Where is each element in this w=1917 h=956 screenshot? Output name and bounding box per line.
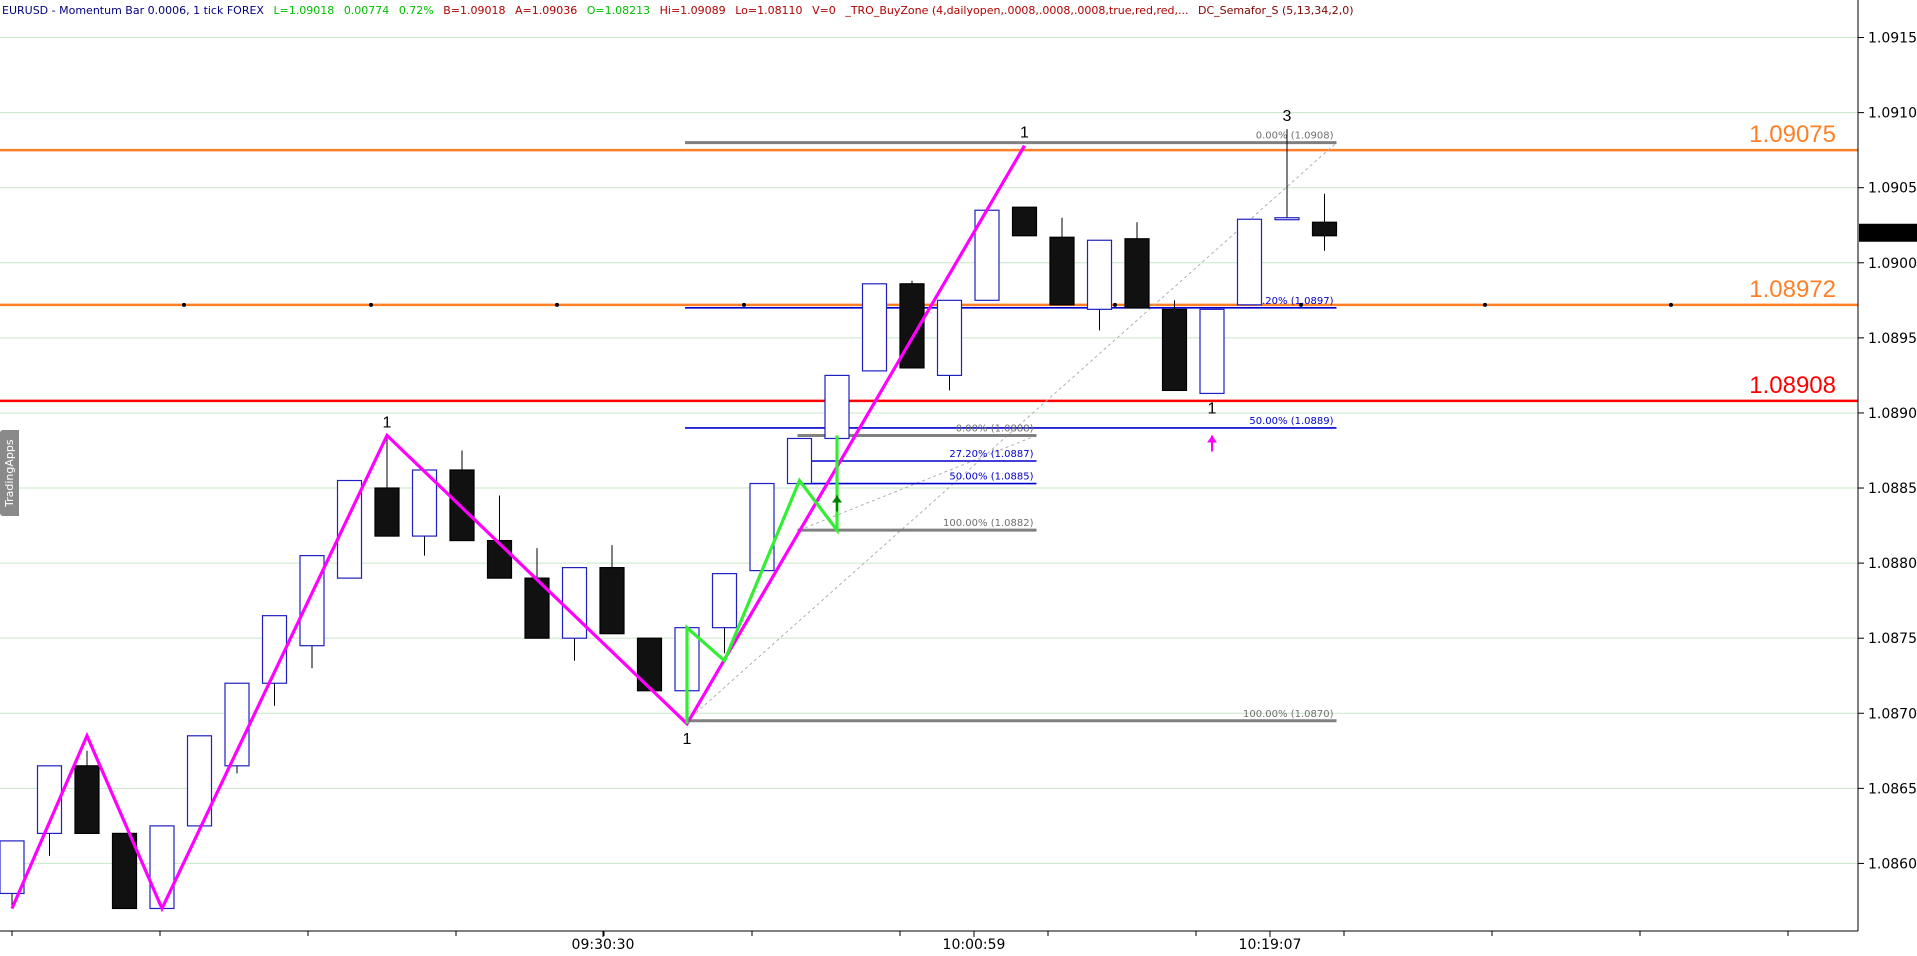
- header-open: O=1.08213: [587, 4, 650, 17]
- y-tick-label: 1.0870: [1868, 706, 1917, 722]
- candle-bear: [1311, 221, 1338, 237]
- semafor-label: 1: [1208, 400, 1217, 417]
- y-tick-label: 1.0865: [1868, 781, 1917, 797]
- candle-bull: [561, 567, 588, 639]
- candle-bull: [786, 437, 813, 485]
- candle-bull: [299, 554, 325, 647]
- level-marker-dot: [1483, 302, 1487, 307]
- candle-bear: [636, 637, 663, 692]
- fib-level-label: 0.00% (1.0888): [956, 423, 1034, 434]
- candle-bull: [1236, 218, 1263, 306]
- y-tick-label: 1.0915: [1868, 31, 1917, 47]
- candle-bull: [861, 283, 888, 372]
- y-tick-label: 1.0885: [1868, 481, 1917, 497]
- candle-bull: [824, 374, 850, 440]
- fib-level-label: 100.00% (1.0870): [1243, 709, 1334, 720]
- semafor-label: 1: [1020, 125, 1029, 142]
- level-label: 1.08908: [1749, 372, 1836, 399]
- candle-bull: [711, 573, 738, 629]
- side-tab-label: TradingApps: [3, 439, 16, 507]
- candle-bear: [1011, 206, 1038, 237]
- header-change: 0.00774: [344, 4, 390, 17]
- candle-bull: [149, 825, 175, 910]
- header-indicator-semafor: DC_Semafor_S (5,13,34,2,0): [1198, 4, 1354, 17]
- y-tick-label: 1.0860: [1868, 856, 1917, 872]
- header-high: Hi=1.09089: [660, 4, 726, 17]
- candle-bull: [1086, 239, 1113, 310]
- y-tick-label: 1.0905: [1868, 181, 1917, 197]
- candle-bear: [449, 469, 475, 542]
- y-tick-label: 1.0890: [1868, 406, 1917, 422]
- fib-level-label: 50.00% (1.0885): [949, 472, 1033, 483]
- price-chart[interactable]: 1.09075 1.08972 1.08908 0.00% (1.0908) 27.2…: [0, 0, 1917, 956]
- header-indicator-buyzone: _TRO_BuyZone (4,dailyopen,.0008,.0008,.0…: [844, 4, 1188, 17]
- x-tick-label: 10:19:07: [1239, 937, 1302, 953]
- header-bid: B=1.09018: [443, 4, 505, 17]
- y-tick-label: 1.0900: [1868, 256, 1917, 272]
- candle-bull: [1199, 308, 1225, 395]
- x-tick-label: 09:30:30: [572, 937, 635, 953]
- level-marker-dot: [369, 302, 373, 307]
- y-tick-label: 1.0880: [1868, 556, 1917, 572]
- chart-header: EURUSD - Momentum Bar 0.0006, 1 tick FOR…: [2, 4, 1354, 17]
- level-marker-dot: [742, 302, 746, 307]
- semafor-label: 3: [1283, 108, 1292, 125]
- semafor-label: 1: [383, 414, 392, 431]
- candle-bear: [599, 567, 625, 635]
- y-tick-label: 1.0875: [1868, 631, 1917, 647]
- header-volume: V=0: [812, 4, 836, 17]
- candle-bear: [1049, 236, 1075, 306]
- fib-level-label: 27.20% (1.0887): [949, 449, 1033, 460]
- candle-bull: [1274, 217, 1300, 221]
- header-change-pct: 0.72%: [399, 4, 434, 17]
- candle-bull: [749, 482, 775, 572]
- semafor-label: 1: [683, 731, 692, 748]
- fib-level-label: 0.00% (1.0908): [1256, 131, 1334, 142]
- header-symbol: EURUSD - Momentum Bar 0.0006, 1 tick FOR…: [2, 4, 264, 17]
- tradingapps-side-tab[interactable]: TradingApps: [0, 430, 19, 516]
- candle-bear: [486, 539, 513, 579]
- header-last: L=1.09018: [273, 4, 334, 17]
- level-marker-dot: [182, 302, 186, 307]
- current-price-label: 1.0902: [1864, 226, 1913, 242]
- y-tick-label: 1.0895: [1868, 331, 1917, 347]
- header-ask: A=1.09036: [515, 4, 577, 17]
- candle-bear: [1161, 308, 1188, 392]
- level-label: 1.08972: [1749, 276, 1836, 303]
- x-tick-label: 10:00:59: [943, 937, 1006, 953]
- y-tick-label: 1.0910: [1868, 106, 1917, 122]
- fib-level-label: 100.00% (1.0882): [943, 518, 1034, 529]
- level-marker-dot: [555, 302, 559, 307]
- candle-bear: [1124, 238, 1150, 309]
- level-label: 1.09075: [1749, 121, 1836, 148]
- level-marker-dot: [1113, 302, 1117, 307]
- candle-bear: [374, 487, 400, 537]
- level-marker-dot: [1669, 302, 1673, 307]
- candle-bear: [74, 765, 100, 834]
- fib-level-label: 50.00% (1.0889): [1249, 416, 1333, 427]
- candle-bull: [936, 299, 963, 377]
- header-low: Lo=1.08110: [735, 4, 802, 17]
